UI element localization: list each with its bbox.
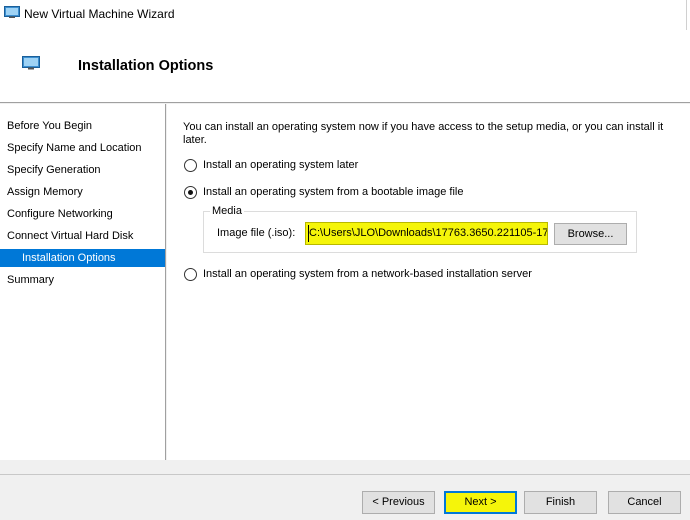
cancel-button[interactable]: Cancel: [608, 491, 681, 514]
wizard-header: Installation Options: [0, 30, 690, 103]
text-caret: [308, 225, 309, 242]
option-label: Install an operating system from a boota…: [203, 186, 464, 198]
option-install-from-image[interactable]: Install an operating system from a boota…: [184, 185, 463, 199]
image-file-input[interactable]: C:\Users\JLO\Downloads\17763.3650.221105…: [305, 222, 548, 245]
title-bar: New Virtual Machine Wizard: [0, 0, 690, 30]
image-file-label: Image file (.iso):: [217, 227, 296, 239]
option-label: Install an operating system from a netwo…: [203, 268, 532, 280]
footer-divider: [0, 474, 690, 475]
option-install-from-network[interactable]: Install an operating system from a netwo…: [184, 267, 532, 281]
monitor-icon: [4, 6, 20, 18]
nav-item-specify-name-location[interactable]: Specify Name and Location: [0, 139, 165, 157]
browse-button[interactable]: Browse...: [554, 223, 627, 245]
wizard-steps-nav: Before You Begin Specify Name and Locati…: [0, 104, 166, 460]
previous-button[interactable]: < Previous: [362, 491, 435, 514]
nav-item-installation-options[interactable]: Installation Options: [0, 249, 165, 267]
nav-item-summary[interactable]: Summary: [0, 271, 165, 289]
next-button[interactable]: Next >: [444, 491, 517, 514]
intro-text: You can install an operating system now …: [183, 121, 664, 146]
monitor-icon: [22, 56, 40, 70]
media-legend: Media: [210, 205, 244, 217]
finish-button[interactable]: Finish: [524, 491, 597, 514]
option-install-later[interactable]: Install an operating system later: [184, 158, 358, 172]
page-title: Installation Options: [78, 58, 214, 74]
radio-button[interactable]: [184, 267, 197, 281]
nav-item-connect-virtual-hard-disk[interactable]: Connect Virtual Hard Disk: [0, 227, 165, 245]
radio-button[interactable]: [184, 158, 197, 172]
nav-item-specify-generation[interactable]: Specify Generation: [0, 161, 165, 179]
window-title: New Virtual Machine Wizard: [24, 7, 175, 21]
nav-item-configure-networking[interactable]: Configure Networking: [0, 205, 165, 223]
option-label: Install an operating system later: [203, 159, 359, 171]
nav-item-assign-memory[interactable]: Assign Memory: [0, 183, 165, 201]
nav-item-before-you-begin[interactable]: Before You Begin: [0, 117, 165, 135]
window-edge: [686, 0, 687, 30]
radio-button-checked[interactable]: [184, 185, 197, 199]
